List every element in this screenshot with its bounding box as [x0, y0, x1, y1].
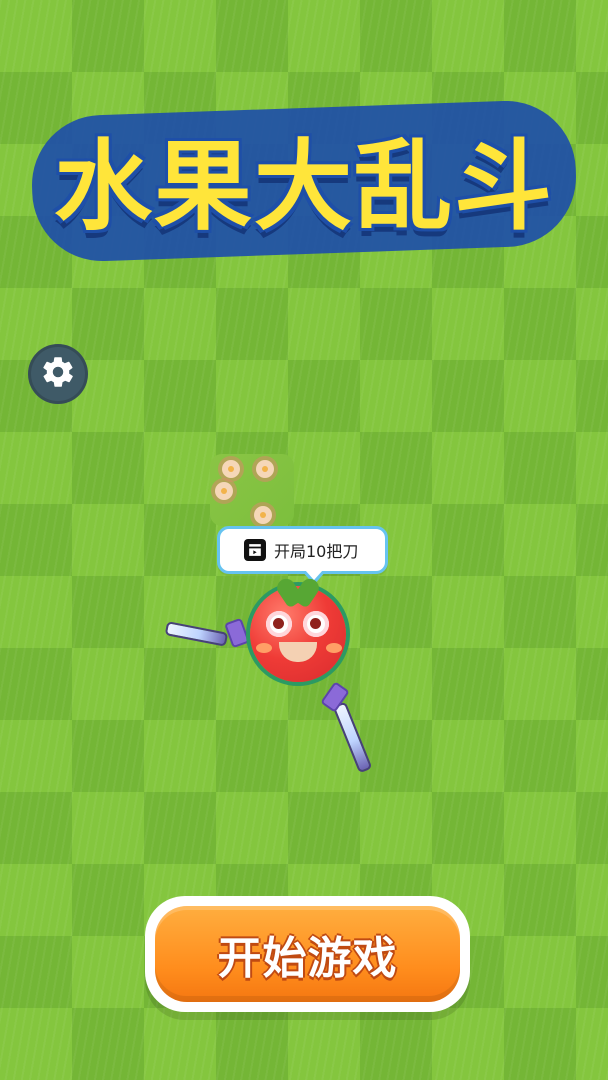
flower-decoration: [256, 460, 274, 478]
flower-decoration: [254, 506, 272, 524]
fruit-mouth: [279, 642, 317, 662]
flower-decoration: [215, 482, 233, 500]
settings-button[interactable]: [28, 344, 88, 404]
flower-decoration: [222, 460, 240, 478]
flower-patch: [210, 454, 294, 526]
bonus-knives-tooltip[interactable]: 开局10把刀: [217, 526, 388, 585]
start-game-label: 开始游戏: [217, 933, 398, 984]
start-game-button-face: 开始游戏: [155, 906, 460, 1002]
fruit-blush-left: [256, 643, 272, 653]
tomato-player: [250, 575, 346, 682]
start-game-button[interactable]: 开始游戏: [145, 896, 470, 1012]
gear-icon: [40, 354, 76, 394]
fruit-blush-right: [326, 643, 342, 653]
bonus-knives-label: 开局10把刀: [274, 542, 359, 561]
video-play-icon: [244, 539, 266, 561]
fruit-eye-left: [266, 611, 292, 637]
game-title-text: 水果大乱斗: [53, 130, 554, 244]
game-title: 水果大乱斗: [24, 88, 584, 268]
fruit-eye-right: [303, 611, 329, 637]
